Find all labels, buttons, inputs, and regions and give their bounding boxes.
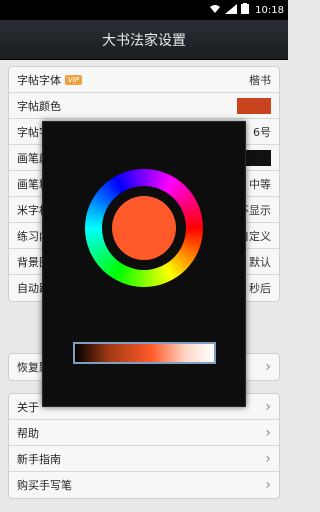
hue-wheel-hole (102, 186, 186, 270)
wifi-icon (209, 4, 221, 17)
setting-font[interactable]: 字帖字体 VIP 楷书 (9, 67, 279, 93)
vip-badge: VIP (65, 74, 83, 85)
setting-value: 6号 (253, 125, 271, 139)
color-picker-dialog (42, 121, 246, 407)
status-bar: 10:18 (0, 0, 288, 20)
battery-icon (241, 3, 250, 17)
link-label: 新手指南 (17, 452, 61, 466)
chevron-right-icon: › (265, 398, 271, 415)
brightness-slider[interactable] (73, 342, 216, 364)
link-label: 关于 (17, 400, 39, 414)
link-label: 帮助 (17, 426, 39, 440)
setting-value: 秒后 (249, 282, 271, 295)
setting-value: 中等 (249, 177, 271, 191)
page-title: 大书法家设置 (0, 20, 288, 60)
chevron-right-icon: › (265, 450, 271, 467)
chevron-right-icon: › (265, 477, 271, 493)
chevron-right-icon: › (265, 424, 271, 441)
chevron-right-icon: › (265, 359, 271, 375)
link-buy-stylus[interactable]: 购买手写笔 › (9, 472, 279, 498)
color-swatch (237, 97, 271, 114)
setting-label: 字帖颜色 (17, 99, 61, 113)
selected-color-button[interactable] (112, 196, 176, 260)
links-group: 关于 › 帮助 › 新手指南 › 购买手写笔 › (8, 393, 280, 499)
clock: 10:18 (255, 4, 284, 16)
hue-wheel[interactable] (85, 169, 203, 287)
link-help[interactable]: 帮助 › (9, 420, 279, 446)
link-label: 购买手写笔 (17, 479, 72, 492)
setting-copybook-color[interactable]: 字帖颜色 (9, 93, 279, 119)
link-guide[interactable]: 新手指南 › (9, 446, 279, 472)
setting-value: 默认 (249, 255, 271, 269)
signal-icon (225, 3, 238, 17)
setting-label: 字帖字体 (17, 73, 61, 87)
setting-value: 楷书 (249, 73, 271, 87)
